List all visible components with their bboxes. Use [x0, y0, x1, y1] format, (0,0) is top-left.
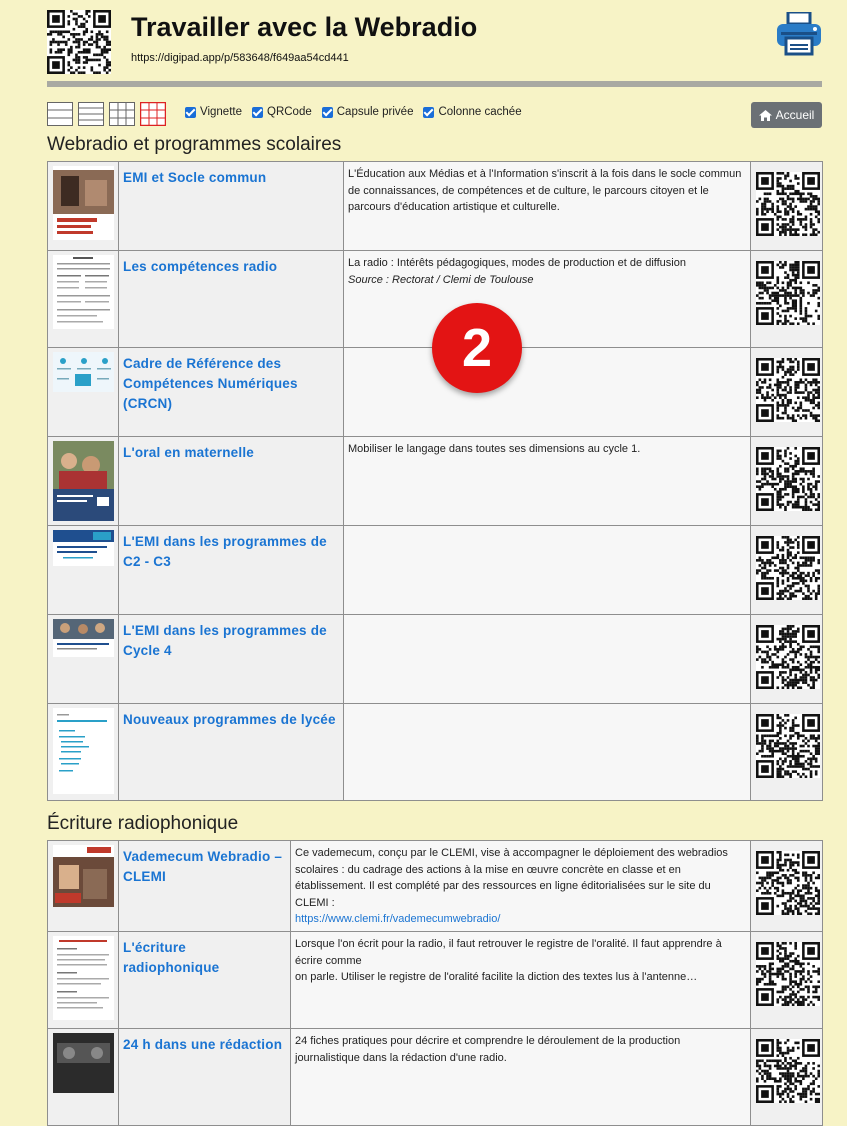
- thumbnail[interactable]: [53, 166, 114, 240]
- resource-source: Source : Rectorat / Clemi de Toulouse: [348, 273, 534, 286]
- resource-table: EMI et Socle commun L'Éducation aux Médi…: [47, 161, 823, 801]
- resource-title-link[interactable]: Nouveaux programmes de lycée: [119, 704, 343, 730]
- resource-title-link[interactable]: Vademecum Webradio – CLEMI: [119, 841, 290, 887]
- thumbnail[interactable]: [53, 530, 114, 566]
- thumbnail[interactable]: [53, 619, 114, 657]
- table-row: Nouveaux programmes de lycée: [47, 703, 823, 801]
- resource-title-link[interactable]: EMI et Socle commun: [119, 162, 343, 188]
- home-button[interactable]: Accueil: [751, 102, 822, 128]
- resource-description: [343, 347, 751, 437]
- table-row: Vademecum Webradio – CLEMI Ce vademecum,…: [47, 840, 823, 932]
- resource-title-link[interactable]: L'EMI dans les programmes de Cycle 4: [119, 615, 343, 661]
- checkbox-checked-icon: [423, 106, 435, 118]
- resource-description: 24 fiches pratiques pour décrire et comp…: [290, 1028, 751, 1126]
- qr-code-icon: [756, 1039, 821, 1104]
- table-row: L'EMI dans les programmes de Cycle 4: [47, 614, 823, 704]
- qr-code-icon: [47, 10, 111, 74]
- checkbox-checked-icon: [252, 106, 263, 118]
- thumbnail[interactable]: [53, 845, 114, 907]
- page-url: https://digipad.app/p/583648/f649aa54cd4…: [131, 52, 349, 64]
- qr-code-icon: [756, 172, 821, 237]
- qr-code-icon: [756, 625, 821, 690]
- resource-title-link[interactable]: Cadre de Référence des Compétences Numér…: [119, 348, 343, 414]
- resource-title-link[interactable]: 24 h dans une rédaction: [119, 1029, 290, 1055]
- resource-title-link[interactable]: L'oral en maternelle: [119, 437, 343, 463]
- qr-code-icon: [756, 358, 821, 423]
- resource-url-link[interactable]: https://www.clemi.fr/vademecumwebradio/: [295, 913, 500, 925]
- resource-title-link[interactable]: L'écriture radiophonique: [119, 932, 290, 978]
- resource-description: [343, 614, 751, 704]
- table-row: L'écriture radiophonique Lorsque l'on éc…: [47, 931, 823, 1029]
- checkbox-colonne-cachee[interactable]: Colonne cachée: [423, 106, 522, 118]
- table-row: 24 h dans une rédaction 24 fiches pratiq…: [47, 1028, 823, 1126]
- page-title: Travailler avec la Webradio: [131, 12, 478, 42]
- thumbnail[interactable]: [53, 708, 114, 794]
- checkbox-checked-icon: [185, 106, 196, 118]
- resource-description: Ce vademecum, conçu par le CLEMI, vise à…: [290, 840, 751, 932]
- thumbnail[interactable]: [53, 441, 114, 521]
- checkbox-qrcode[interactable]: QRCode: [252, 106, 312, 118]
- table-row: EMI et Socle commun L'Éducation aux Médi…: [47, 161, 823, 251]
- step-number-badge: 2: [432, 303, 522, 393]
- checkbox-vignette[interactable]: Vignette: [185, 106, 242, 118]
- thumbnail[interactable]: [53, 352, 114, 392]
- layout-grid-icon[interactable]: [109, 102, 135, 126]
- resource-title-link[interactable]: Les compétences radio: [119, 251, 343, 277]
- resource-title-link[interactable]: L'EMI dans les programmes de C2 - C3: [119, 526, 343, 572]
- layout-table-icon[interactable]: [140, 102, 166, 126]
- layout-list-icon[interactable]: [47, 102, 73, 126]
- thumbnail[interactable]: [53, 255, 114, 329]
- section-title: Écriture radiophonique: [47, 813, 239, 834]
- qr-code-icon: [756, 536, 821, 601]
- checkbox-checked-icon: [321, 106, 333, 118]
- display-options: Vignette QRCode Capsule privée Colonne c…: [185, 106, 522, 118]
- qr-code-icon: [756, 261, 821, 326]
- resource-description: L'Éducation aux Médias et à l'Informatio…: [343, 161, 751, 251]
- resource-description: Mobiliser le langage dans toutes ses dim…: [343, 436, 751, 526]
- layout-rows-icon[interactable]: [78, 102, 104, 126]
- table-row: L'oral en maternelle Mobiliser le langag…: [47, 436, 823, 526]
- resource-table: Vademecum Webradio – CLEMI Ce vademecum,…: [47, 840, 823, 1126]
- qr-code-icon: [756, 714, 821, 779]
- thumbnail[interactable]: [53, 936, 114, 1020]
- qr-code-icon: [756, 942, 821, 1007]
- print-icon[interactable]: [775, 12, 823, 56]
- header-divider: [47, 81, 822, 87]
- qr-code-icon: [756, 851, 821, 916]
- toolbar: Vignette QRCode Capsule privée Colonne c…: [47, 100, 822, 128]
- resource-description: [343, 525, 751, 615]
- thumbnail[interactable]: [53, 1033, 114, 1093]
- resource-description: La radio : Intérêts pédagogiques, modes …: [343, 250, 751, 348]
- table-row: L'EMI dans les programmes de C2 - C3: [47, 525, 823, 615]
- home-icon: [758, 109, 772, 121]
- qr-code-icon: [756, 447, 821, 512]
- resource-description: [343, 703, 751, 801]
- resource-description: Lorsque l'on écrit pour la radio, il fau…: [290, 931, 751, 1029]
- section-title: Webradio et programmes scolaires: [47, 134, 342, 155]
- checkbox-capsule-privee[interactable]: Capsule privée: [321, 106, 413, 118]
